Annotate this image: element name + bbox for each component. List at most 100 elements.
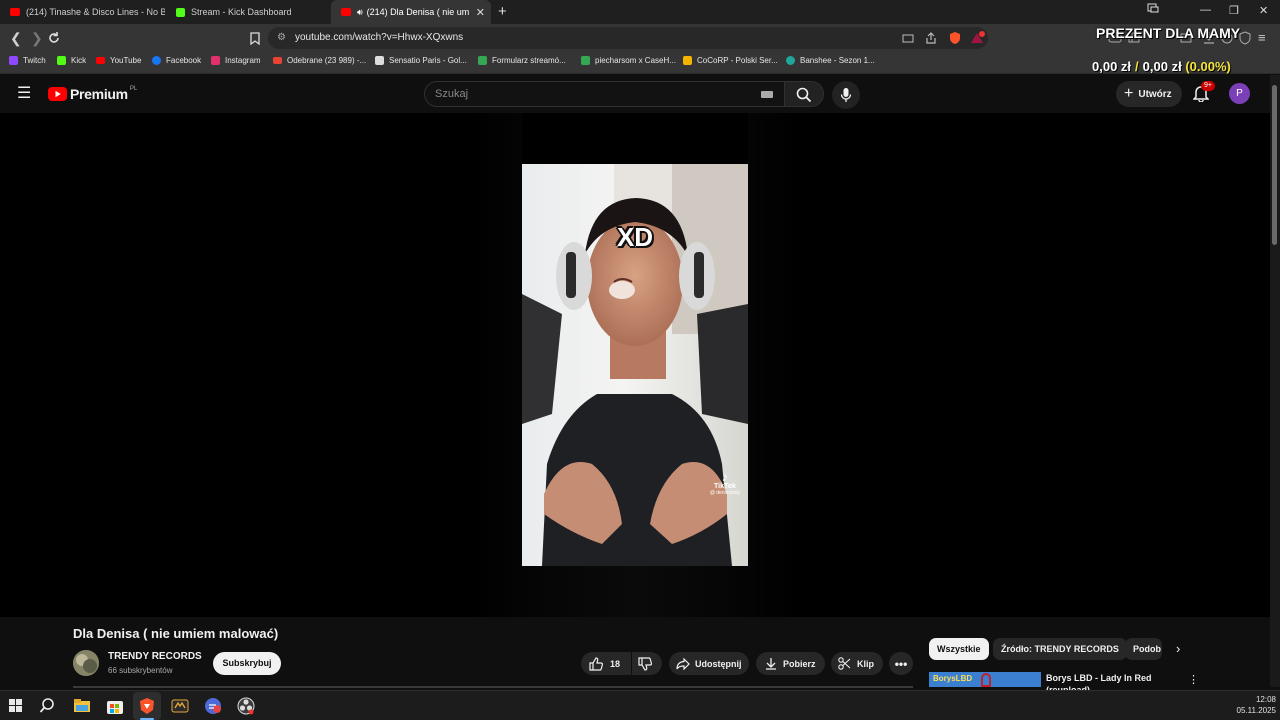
voice-search-button[interactable] <box>832 81 860 109</box>
window-tabs-icon[interactable] <box>1147 3 1159 13</box>
letterbox-top <box>522 113 748 164</box>
goal-target-amount: 0,00 zł <box>1142 59 1182 74</box>
sheets-icon <box>581 56 590 65</box>
chip-channel-source[interactable]: Źródło: TRENDY RECORDS <box>993 638 1127 660</box>
microphone-icon <box>840 88 852 102</box>
search-button[interactable] <box>784 81 824 107</box>
clip-label: Klip <box>857 658 874 669</box>
microsoft-store-icon[interactable] <box>106 697 124 715</box>
brave-rewards-icon[interactable] <box>970 31 986 45</box>
windows-start-icon[interactable] <box>9 699 22 712</box>
video-player[interactable]: XD ♪ TikTok @ denisshoty <box>0 113 1270 617</box>
create-button[interactable]: + Utwórz <box>1116 81 1182 107</box>
channel-subscribers: 66 subskrybentów <box>108 666 173 675</box>
bookmark-facebook[interactable]: Facebook <box>152 56 201 65</box>
clip-button[interactable]: Klip <box>831 652 883 675</box>
more-actions-icon[interactable]: ••• <box>889 652 913 675</box>
minimize-icon[interactable]: — <box>1200 4 1211 16</box>
system-clock[interactable]: 12:08 05.11.2025 <box>1236 694 1276 716</box>
youtube-logo-icon <box>48 87 67 101</box>
url-field[interactable]: ⚙︎ youtube.com/watch?v=Hhwx-XQxwns <box>268 27 988 49</box>
menu-icon[interactable]: ≡ <box>1258 30 1266 45</box>
reload-icon[interactable] <box>47 31 61 45</box>
file-explorer-icon[interactable] <box>73 697 91 715</box>
chat-app-icon[interactable] <box>204 697 222 715</box>
bookmark-twitch[interactable]: Twitch <box>9 56 46 65</box>
browser-tab-bar: (214) Tinashe & Disco Lines - No Bro Str… <box>0 0 1280 24</box>
windows-taskbar: 12:08 05.11.2025 <box>0 690 1280 720</box>
kebab-menu-icon[interactable]: ⋮ <box>1188 673 1199 686</box>
close-window-icon[interactable]: ✕ <box>1259 4 1268 17</box>
video-frame[interactable]: XD ♪ TikTok @ denisshoty <box>522 164 748 566</box>
channel-name[interactable]: TRENDY RECORDS <box>108 651 202 662</box>
chevron-right-icon[interactable]: › <box>1176 641 1180 656</box>
tiktok-user: @ denisshoty <box>709 490 741 496</box>
like-button[interactable]: 18 <box>581 652 631 675</box>
cocorp-icon <box>683 56 692 65</box>
kick-icon <box>176 7 185 17</box>
notifications-button[interactable]: 9+ <box>1192 81 1215 107</box>
share-button[interactable]: Udostępnij <box>669 652 749 675</box>
obs-icon[interactable] <box>237 697 255 715</box>
browser-tab[interactable]: Stream - Kick Dashboard <box>166 0 330 24</box>
close-tab-icon[interactable]: ✕ <box>476 6 485 19</box>
download-button[interactable]: Pobierz <box>756 652 825 675</box>
tiktok-icon: ♪ <box>721 469 729 484</box>
game-launcher-icon[interactable] <box>171 697 189 715</box>
address-bar-row: ❮ ❯ ⚙︎ youtube.com/watch?v=Hhwx-XQxwns ≡ <box>0 24 1280 52</box>
download-label: Pobierz <box>783 658 816 669</box>
youtube-premium-logo[interactable]: Premium PL <box>48 86 137 102</box>
search-placeholder: Szukaj <box>435 88 469 100</box>
thumbnail-graphic <box>981 673 991 687</box>
clock-date: 05.11.2025 <box>1236 706 1276 715</box>
channel-avatar[interactable] <box>73 650 99 676</box>
bookmark-kick[interactable]: Kick <box>57 56 86 65</box>
bookmark-label: CoCoRP - Polski Ser... <box>697 56 778 65</box>
bookmark-label: Twitch <box>23 56 46 65</box>
bookmark-gmail[interactable]: Odebrane (23 989) -... <box>273 56 366 65</box>
bookmark-instagram[interactable]: Instagram <box>211 56 261 65</box>
page-scrollbar[interactable] <box>1270 75 1280 687</box>
brave-shield-icon[interactable] <box>948 31 962 45</box>
account-avatar[interactable]: P <box>1229 83 1250 104</box>
share-icon[interactable] <box>925 32 937 44</box>
page-icon <box>375 56 384 65</box>
cast-icon[interactable] <box>902 34 914 43</box>
banshee-icon <box>786 56 795 65</box>
bookmark-youtube[interactable]: YouTube <box>96 56 141 65</box>
dislike-button[interactable] <box>632 652 662 675</box>
bookmark-cocorp[interactable]: CoCoRP - Polski Ser... <box>683 56 778 65</box>
scrollbar-thumb[interactable] <box>1272 85 1277 245</box>
search-icon[interactable] <box>39 697 57 715</box>
logo-text: Premium <box>70 86 128 102</box>
brave-browser-icon[interactable] <box>138 697 156 715</box>
next-video-thumbnail[interactable]: BorysLBD <box>929 672 1041 687</box>
hamburger-menu-icon[interactable]: ☰ <box>17 83 31 103</box>
keyboard-icon[interactable] <box>761 91 773 98</box>
bookmark-formularz[interactable]: Formularz streamó... <box>478 56 566 65</box>
thumbnail-text: BorysLBD <box>933 674 973 683</box>
bookmark-label: Instagram <box>225 56 261 65</box>
goal-percent: (0.00%) <box>1185 59 1231 74</box>
chip-all[interactable]: Wszystkie <box>929 638 989 660</box>
bookmark-piecharsom[interactable]: piecharsom x CaseH... <box>581 56 676 65</box>
bookmark-sensatio[interactable]: Sensatio Paris - Gol... <box>375 56 467 65</box>
bookmark-banshee[interactable]: Banshee - Sezon 1... <box>786 56 875 65</box>
search-input[interactable]: Szukaj <box>424 81 786 107</box>
next-video-title[interactable]: Borys LBD - Lady In Red (reupload) <box>1046 672 1186 695</box>
new-tab-button[interactable]: + <box>498 3 507 20</box>
back-icon[interactable]: ❮ <box>10 30 22 47</box>
browser-tab-active[interactable]: 🔊︎ (214) Dla Denisa ( nie umiem ✕ <box>331 0 491 24</box>
restore-icon[interactable]: ❐ <box>1229 4 1239 17</box>
forward-icon[interactable]: ❯ <box>31 30 43 47</box>
bookmark-label: Odebrane (23 989) -... <box>287 56 367 65</box>
subscribe-button[interactable]: Subskrybuj <box>213 652 281 675</box>
tiktok-watermark: ♪ TikTok @ denisshoty <box>705 470 745 496</box>
notification-badge: 9+ <box>1201 81 1215 91</box>
site-info-icon[interactable]: ⚙︎ <box>277 27 286 49</box>
chip-related[interactable]: Podob <box>1125 638 1162 660</box>
browser-tab[interactable]: (214) Tinashe & Disco Lines - No Bro <box>0 0 165 24</box>
bookmark-icon[interactable] <box>250 32 260 45</box>
vpn-icon[interactable] <box>1239 31 1251 45</box>
plus-icon: + <box>1124 85 1134 102</box>
